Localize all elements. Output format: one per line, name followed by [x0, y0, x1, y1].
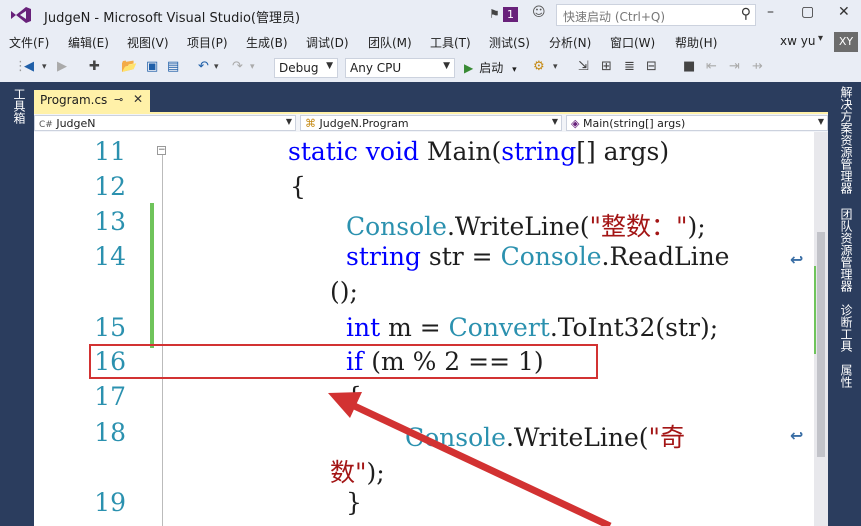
annotation-arrow-overlay — [328, 392, 612, 526]
annotation-arrow-shaft — [346, 399, 612, 526]
